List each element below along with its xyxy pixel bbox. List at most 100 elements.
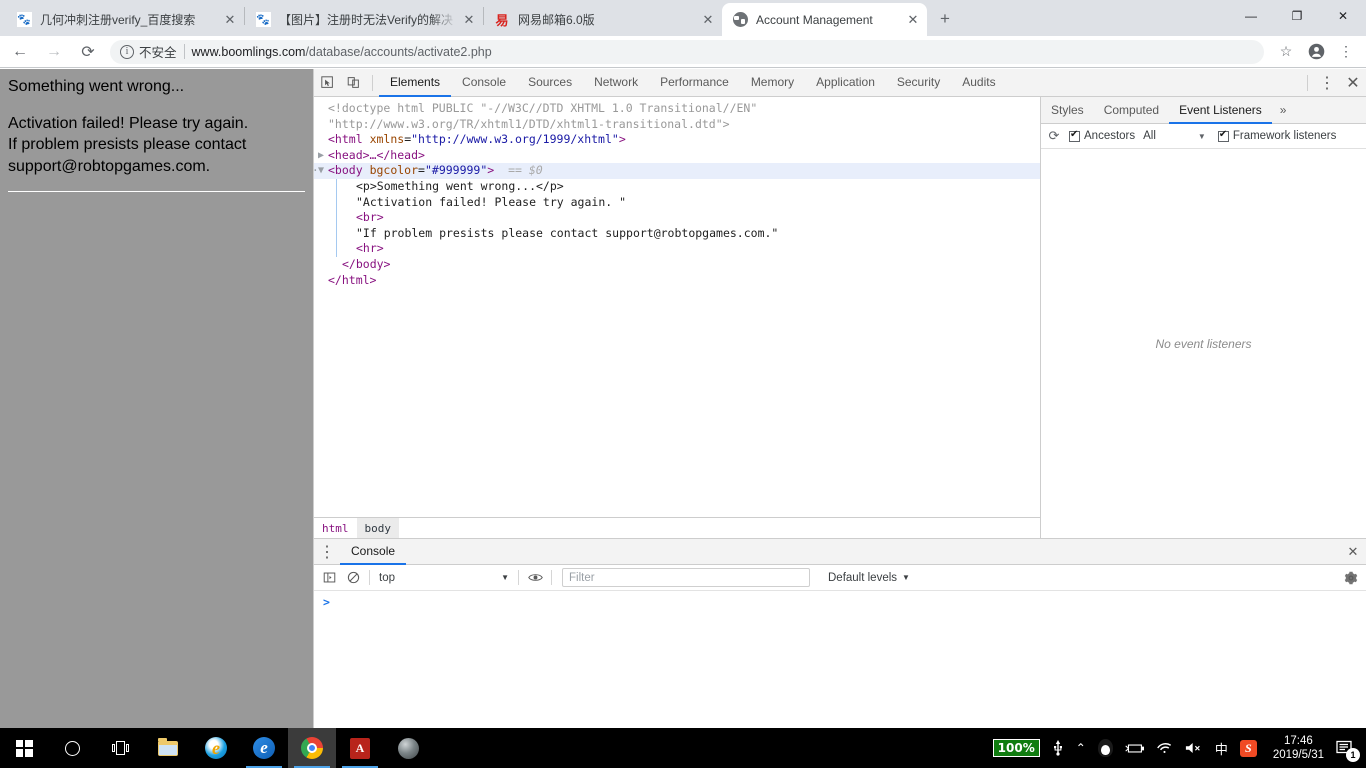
gear-icon[interactable] <box>1339 566 1363 590</box>
close-icon[interactable]: ✕ <box>903 10 923 30</box>
ancestors-checkbox[interactable] <box>1069 129 1080 142</box>
console-filter-input[interactable]: Filter <box>562 568 810 587</box>
breadcrumb-html[interactable]: html <box>314 518 357 539</box>
ime-language-indicator[interactable]: 中 <box>1209 728 1234 768</box>
tab-security[interactable]: Security <box>886 69 951 97</box>
task-view-button[interactable] <box>96 728 144 768</box>
drawer-close-icon[interactable]: ✕ <box>1340 539 1366 565</box>
page-horizontal-rule <box>8 191 305 193</box>
dom-line-text-1[interactable]: "Activation failed! Please try again. " <box>314 194 1040 211</box>
action-center-button[interactable]: 1 <box>1332 728 1364 768</box>
devtools-menu-icon[interactable]: ⋮ <box>1314 70 1340 96</box>
page-line-3: support@robtopgames.com. <box>8 157 211 175</box>
address-bar[interactable]: i 不安全 www.boomlings.com/database/account… <box>110 39 1264 64</box>
inspect-cursor-icon[interactable] <box>314 70 340 96</box>
usb-icon[interactable] <box>1046 728 1070 768</box>
dom-line-doctype-2: "http://www.w3.org/TR/xhtml1/DTD/xhtml1-… <box>314 117 1040 133</box>
tab-network[interactable]: Network <box>583 69 649 97</box>
console-output[interactable]: > <box>314 591 1366 728</box>
tab-performance[interactable]: Performance <box>649 69 740 97</box>
framework-listeners-checkbox[interactable] <box>1217 129 1229 142</box>
tab-console[interactable]: Console <box>451 69 517 97</box>
start-button[interactable] <box>0 728 48 768</box>
dom-line-body-open[interactable]: ···▼<body bgcolor="#999999"> == $0 <box>314 163 1040 179</box>
dom-line-p[interactable]: <p>Something went wrong...</p> <box>314 178 1040 195</box>
search-button[interactable] <box>48 728 96 768</box>
breadcrumb-body[interactable]: body <box>356 517 399 539</box>
dom-line-hr[interactable]: <hr> <box>314 241 1040 257</box>
devtools-panel: Elements Console Sources Network Perform… <box>313 69 1366 728</box>
close-window-button[interactable]: ✕ <box>1320 0 1366 32</box>
sidebar-more-tabs-icon[interactable]: » <box>1272 97 1295 123</box>
photo-app-button[interactable] <box>384 728 432 768</box>
clock[interactable]: 17:46 2019/5/31 <box>1263 728 1332 768</box>
forward-button[interactable]: → <box>40 38 68 66</box>
sidebar-tab-event-listeners[interactable]: Event Listeners <box>1169 97 1272 124</box>
internet-explorer-button[interactable]: e <box>192 728 240 768</box>
chrome-button[interactable] <box>288 728 336 768</box>
tab-sources[interactable]: Sources <box>517 69 583 97</box>
sogou-input-icon[interactable]: S <box>1234 728 1263 768</box>
collapse-arrow-icon[interactable]: ▼ <box>314 163 328 179</box>
new-tab-button[interactable]: + <box>931 5 959 33</box>
dom-line-br[interactable]: <br> <box>314 210 1040 226</box>
browser-tab-4-active[interactable]: Account Management ✕ <box>722 3 927 36</box>
console-levels-selector[interactable]: Default levels ▼ <box>820 568 918 587</box>
photo-icon <box>397 737 419 759</box>
dom-line-html-close[interactable]: </html> <box>314 273 1040 289</box>
tab-audits[interactable]: Audits <box>951 69 1006 97</box>
dom-line-html-open[interactable]: <html xmlns="http://www.w3.org/1999/xhtm… <box>314 132 1040 148</box>
back-button[interactable]: ← <box>6 38 34 66</box>
tab-elements[interactable]: Elements <box>379 69 452 97</box>
minimize-button[interactable]: — <box>1228 0 1274 32</box>
dom-text-node-1: "Activation failed! Please try again. " <box>356 194 627 209</box>
device-toolbar-icon[interactable] <box>340 70 366 96</box>
page-body-text: Activation failed! Please try again. If … <box>8 113 305 178</box>
live-expression-icon[interactable] <box>523 566 547 590</box>
console-context-selector[interactable]: top ▼ <box>374 568 514 587</box>
show-hidden-icons-chevron[interactable]: ⌃ <box>1070 728 1092 768</box>
listener-filter-value[interactable]: All <box>1143 130 1156 142</box>
console-prompt-row[interactable]: > <box>314 595 1366 609</box>
devtools-close-icon[interactable]: ✕ <box>1340 70 1366 96</box>
expand-arrow-icon[interactable]: ▶ <box>314 148 328 164</box>
refresh-icon[interactable]: ⟳ <box>1045 128 1063 144</box>
drawer-tab-console[interactable]: Console <box>340 539 407 565</box>
dom-line-head[interactable]: ▶ <head>…</head> <box>314 148 1040 164</box>
chrome-menu-icon[interactable]: ⋮ <box>1332 38 1360 66</box>
console-sidebar-icon[interactable] <box>317 566 341 590</box>
close-icon[interactable]: ✕ <box>220 10 240 30</box>
devtools-toolbar-right: ⋮ ✕ <box>1301 70 1366 96</box>
volume-muted-icon[interactable] <box>1179 728 1209 768</box>
maximize-button[interactable]: ❐ <box>1274 0 1320 32</box>
sidebar-tab-computed[interactable]: Computed <box>1094 97 1169 124</box>
console-context-value: top <box>379 571 395 584</box>
sidebar-tab-styles[interactable]: Styles <box>1041 97 1094 124</box>
browser-tab-3[interactable]: 易 网易邮箱6.0版 ✕ <box>484 3 722 36</box>
browser-tab-2[interactable]: 🐾 【图片】注册时无法Verify的解决 ✕ <box>245 3 483 36</box>
tab-memory[interactable]: Memory <box>740 69 805 97</box>
wifi-icon[interactable] <box>1150 728 1179 768</box>
battery-icon[interactable] <box>1119 728 1150 768</box>
clock-time: 17:46 <box>1284 735 1313 747</box>
dom-line-text-2[interactable]: "If problem presists please contact supp… <box>314 225 1040 242</box>
qq-penguin-icon[interactable] <box>1092 728 1119 768</box>
close-icon[interactable]: ✕ <box>459 10 479 30</box>
browser-tab-1[interactable]: 🐾 几何冲刺注册verify_百度搜索 ✕ <box>6 3 244 36</box>
page-content: Something went wrong... Activation faile… <box>0 69 313 193</box>
drawer-menu-icon[interactable]: ⋮ <box>314 539 340 565</box>
profile-avatar-icon[interactable] <box>1302 38 1330 66</box>
acrobat-button[interactable]: A <box>336 728 384 768</box>
dom-line-body-close[interactable]: </body> <box>314 257 1040 273</box>
file-explorer-button[interactable] <box>144 728 192 768</box>
reload-button[interactable]: ⟳ <box>74 38 102 66</box>
edge-button[interactable]: e <box>240 728 288 768</box>
edge-icon: e <box>253 737 275 759</box>
info-icon[interactable]: i <box>120 44 134 59</box>
tab-application[interactable]: Application <box>805 69 886 97</box>
bookmark-star-icon[interactable]: ☆ <box>1272 38 1300 66</box>
battery-percent-indicator[interactable]: 100% <box>987 728 1046 768</box>
close-icon[interactable]: ✕ <box>698 10 718 30</box>
chevron-down-icon[interactable]: ▼ <box>1198 132 1206 141</box>
clear-console-icon[interactable] <box>341 566 365 590</box>
